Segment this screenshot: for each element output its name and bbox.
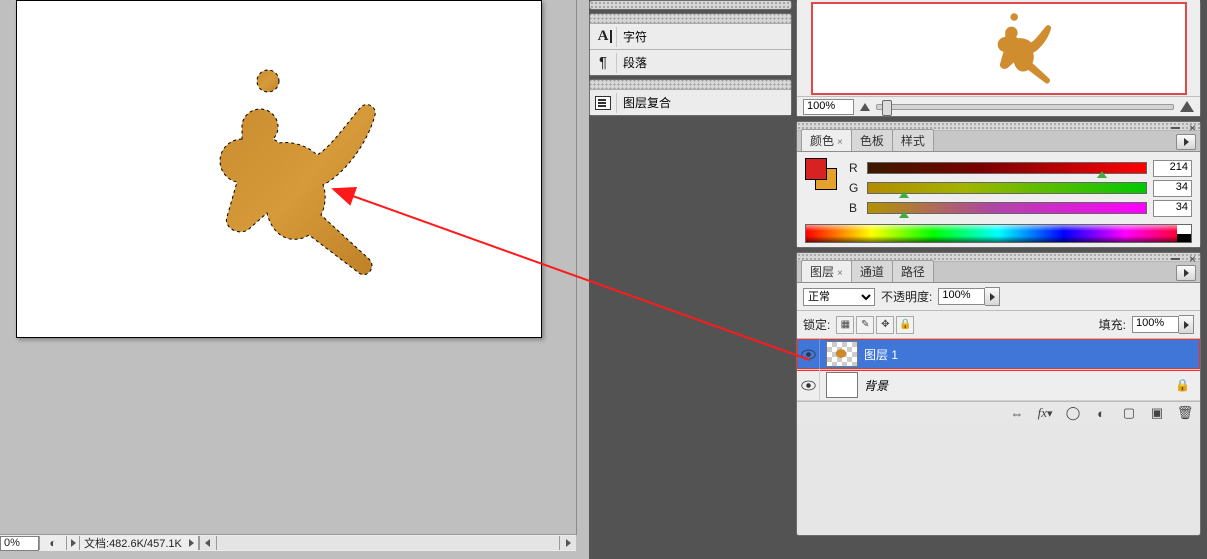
lock-image-icon[interactable]: ✎	[856, 316, 874, 334]
navigator-footer: 100%	[797, 96, 1200, 116]
doc-right-gutter	[576, 0, 589, 535]
fill-flyout-icon[interactable]	[1179, 315, 1194, 334]
exposure-icon[interactable]: ◐	[39, 536, 67, 550]
lock-icon: 🔒	[1175, 378, 1190, 392]
lock-all-icon[interactable]: 🔒	[896, 316, 914, 334]
tab-channels[interactable]: 通道	[851, 260, 893, 282]
canvas-viewport[interactable]	[0, 0, 576, 535]
collapsed-palette-column: A 字符 ¶ 段落 图层复合	[589, 0, 792, 559]
r-label: R	[849, 161, 861, 175]
b-label: B	[849, 201, 861, 215]
lock-transparent-icon[interactable]: ▦	[836, 316, 854, 334]
navigator-panel: 100%	[796, 0, 1201, 117]
close-icon[interactable]: ×	[1189, 252, 1196, 266]
layer-row[interactable]: 图层 1	[797, 339, 1200, 370]
character-panel-button[interactable]: A 字符	[590, 24, 791, 50]
tab-layers[interactable]: 图层×	[801, 260, 852, 282]
blend-mode-select[interactable]: 正常	[803, 288, 875, 306]
layer-comps-group: 图层复合	[589, 79, 792, 116]
status-bar: 0% ◐ 文档:482.6K/457.1K	[0, 534, 576, 551]
minimize-icon[interactable]	[1171, 254, 1180, 260]
layer-comps-icon	[590, 93, 617, 113]
foreground-background-swatch[interactable]	[805, 158, 835, 188]
panel-menu-button[interactable]	[1176, 134, 1196, 150]
doc-info-menu-icon[interactable]	[186, 536, 199, 550]
lock-label: 锁定:	[803, 316, 830, 333]
color-spectrum[interactable]	[805, 224, 1192, 243]
b-slider[interactable]	[867, 202, 1147, 214]
color-panel: × 颜色× 色板 样式 R 214 G 34	[796, 121, 1201, 248]
layer-list[interactable]: 图层 1 背景 🔒	[797, 339, 1200, 401]
hscroll-right-icon[interactable]	[559, 536, 576, 550]
layers-footer: ⇔ fx▾ ◯ ◐ ▢ ▣ 🗑	[797, 401, 1200, 424]
r-slider[interactable]	[867, 162, 1147, 174]
lock-position-icon[interactable]: ✥	[876, 316, 894, 334]
g-label: G	[849, 181, 861, 195]
character-paragraph-group: A 字符 ¶ 段落	[589, 13, 792, 76]
navigator-zoom-field[interactable]: 100%	[803, 99, 854, 115]
lock-buttons: ▦ ✎ ✥ 🔒	[836, 316, 914, 334]
layer-thumbnail[interactable]	[826, 341, 858, 367]
layer-fx-icon[interactable]: fx▾	[1036, 405, 1054, 421]
group-icon[interactable]: ▢	[1120, 405, 1138, 421]
character-icon: A	[590, 27, 617, 47]
paragraph-icon: ¶	[590, 53, 617, 73]
fill-field[interactable]: 100%	[1132, 316, 1179, 333]
tab-paths[interactable]: 路径	[892, 260, 934, 282]
b-value[interactable]: 34	[1153, 200, 1192, 217]
hscroll-track[interactable]	[216, 536, 559, 550]
new-layer-icon[interactable]: ▣	[1148, 405, 1166, 421]
g-slider[interactable]	[867, 182, 1147, 194]
layers-tabs: 图层× 通道 路径	[797, 262, 1200, 283]
opacity-flyout-icon[interactable]	[985, 287, 1000, 306]
panel-menu-button[interactable]	[1176, 265, 1196, 281]
navigator-body[interactable]	[797, 0, 1200, 96]
document-area: 0% ◐ 文档:482.6K/457.1K	[0, 0, 589, 559]
tab-color[interactable]: 颜色×	[801, 129, 852, 151]
paragraph-label: 段落	[623, 54, 647, 71]
adjustment-layer-icon[interactable]: ◐	[1092, 405, 1110, 421]
visibility-toggle[interactable]	[797, 370, 820, 400]
color-body: R 214 G 34 B 34	[797, 152, 1200, 247]
palette-handle[interactable]	[589, 0, 792, 10]
right-panel-stack: 100% × 颜色× 色板 样式 R 214	[793, 0, 1207, 559]
r-value[interactable]: 214	[1153, 160, 1192, 177]
palette-handle[interactable]	[590, 14, 791, 24]
layers-panel: × 图层× 通道 路径 正常 不透明度: 100% 锁定: ▦	[796, 252, 1201, 536]
layer-mask-icon[interactable]: ◯	[1064, 405, 1082, 421]
tab-styles[interactable]: 样式	[892, 129, 934, 151]
palette-handle[interactable]	[590, 80, 791, 90]
paragraph-panel-button[interactable]: ¶ 段落	[590, 50, 791, 75]
layer-name[interactable]: 背景	[864, 377, 888, 394]
doc-info-label: 文档:482.6K/457.1K	[80, 535, 186, 551]
canvas[interactable]	[16, 0, 542, 338]
opacity-field[interactable]: 100%	[938, 288, 985, 305]
layer-thumbnail[interactable]	[826, 372, 858, 398]
layer-comps-label: 图层复合	[623, 94, 671, 111]
zoom-field[interactable]: 0%	[0, 536, 39, 551]
hscroll-left-icon[interactable]	[199, 536, 216, 550]
tab-swatches[interactable]: 色板	[851, 129, 893, 151]
navigator-thumbnail[interactable]	[812, 3, 1186, 94]
foreground-swatch[interactable]	[805, 158, 827, 180]
opacity-label: 不透明度:	[881, 288, 932, 305]
visibility-toggle[interactable]	[797, 339, 820, 369]
delete-layer-icon[interactable]: 🗑	[1176, 405, 1194, 421]
character-label: 字符	[623, 28, 647, 45]
g-value[interactable]: 34	[1153, 180, 1192, 197]
minimize-icon[interactable]	[1171, 123, 1180, 129]
canvas-artwork	[182, 49, 382, 299]
zoom-out-icon[interactable]	[860, 103, 870, 111]
layer-comps-panel-button[interactable]: 图层复合	[590, 90, 791, 115]
close-icon[interactable]: ×	[1189, 121, 1196, 135]
link-layers-icon[interactable]: ⇔	[1008, 405, 1026, 421]
status-menu-icon[interactable]	[67, 536, 80, 550]
layer-row[interactable]: 背景 🔒	[797, 370, 1200, 401]
color-tabs: 颜色× 色板 样式	[797, 131, 1200, 152]
layer-name[interactable]: 图层 1	[864, 346, 898, 363]
zoom-slider[interactable]	[876, 104, 1174, 110]
zoom-in-icon[interactable]	[1180, 101, 1194, 112]
fill-label: 填充:	[1099, 316, 1126, 333]
